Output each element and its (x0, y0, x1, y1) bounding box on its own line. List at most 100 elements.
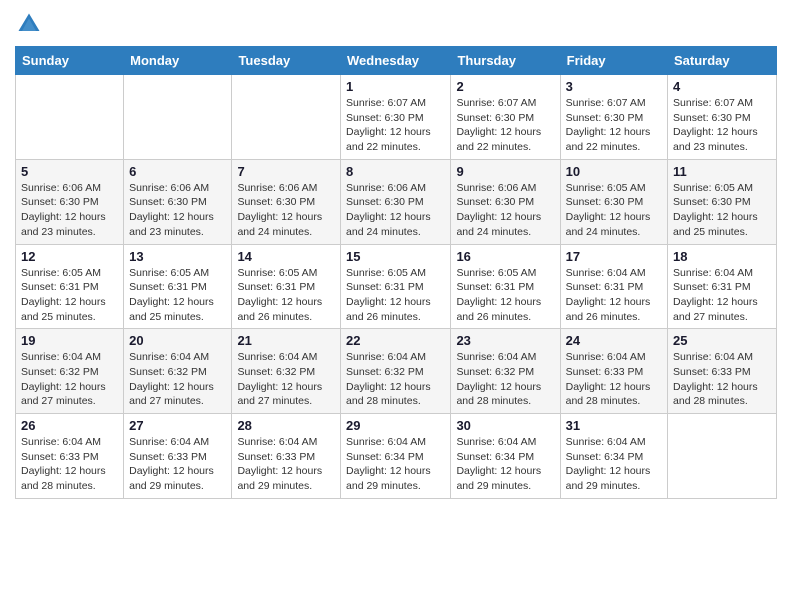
calendar-cell: 22 Sunrise: 6:04 AM Sunset: 6:32 PM Dayli… (341, 329, 451, 414)
calendar-cell: 25 Sunrise: 6:04 AM Sunset: 6:33 PM Dayli… (668, 329, 777, 414)
day-number: 29 (346, 418, 445, 433)
calendar-cell: 20 Sunrise: 6:04 AM Sunset: 6:32 PM Dayli… (124, 329, 232, 414)
day-info: Sunrise: 6:07 AM Sunset: 6:30 PM Dayligh… (566, 96, 662, 155)
calendar-cell: 5 Sunrise: 6:06 AM Sunset: 6:30 PM Daylig… (16, 159, 124, 244)
calendar-cell: 29 Sunrise: 6:04 AM Sunset: 6:34 PM Dayli… (341, 414, 451, 499)
weekday-header-row: SundayMondayTuesdayWednesdayThursdayFrid… (16, 47, 777, 75)
calendar-cell: 11 Sunrise: 6:05 AM Sunset: 6:30 PM Dayli… (668, 159, 777, 244)
day-info: Sunrise: 6:06 AM Sunset: 6:30 PM Dayligh… (21, 181, 118, 240)
day-info: Sunrise: 6:05 AM Sunset: 6:31 PM Dayligh… (21, 266, 118, 325)
day-info: Sunrise: 6:04 AM Sunset: 6:32 PM Dayligh… (21, 350, 118, 409)
day-info: Sunrise: 6:04 AM Sunset: 6:33 PM Dayligh… (129, 435, 226, 494)
calendar-cell: 23 Sunrise: 6:04 AM Sunset: 6:32 PM Dayli… (451, 329, 560, 414)
day-number: 10 (566, 164, 662, 179)
day-number: 18 (673, 249, 771, 264)
day-number: 5 (21, 164, 118, 179)
calendar-cell: 2Sunrise: 6:07 AM Sunset: 6:30 PM Daylig… (451, 75, 560, 160)
day-info: Sunrise: 6:06 AM Sunset: 6:30 PM Dayligh… (346, 181, 445, 240)
day-info: Sunrise: 6:05 AM Sunset: 6:30 PM Dayligh… (566, 181, 662, 240)
day-info: Sunrise: 6:05 AM Sunset: 6:31 PM Dayligh… (456, 266, 554, 325)
calendar-cell: 18 Sunrise: 6:04 AM Sunset: 6:31 PM Dayli… (668, 244, 777, 329)
calendar-cell (124, 75, 232, 160)
calendar-cell: 30 Sunrise: 6:04 AM Sunset: 6:34 PM Dayli… (451, 414, 560, 499)
calendar-cell (232, 75, 341, 160)
calendar-cell: 14 Sunrise: 6:05 AM Sunset: 6:31 PM Dayli… (232, 244, 341, 329)
day-number: 17 (566, 249, 662, 264)
calendar-cell: 15Sunrise: 6:05 AM Sunset: 6:31 PM Dayli… (341, 244, 451, 329)
day-info: Sunrise: 6:04 AM Sunset: 6:34 PM Dayligh… (566, 435, 662, 494)
day-info: Sunrise: 6:04 AM Sunset: 6:33 PM Dayligh… (673, 350, 771, 409)
calendar-cell: 9 Sunrise: 6:06 AM Sunset: 6:30 PM Daylig… (451, 159, 560, 244)
weekday-header-saturday: Saturday (668, 47, 777, 75)
day-info: Sunrise: 6:07 AM Sunset: 6:30 PM Dayligh… (456, 96, 554, 155)
calendar-cell: 6Sunrise: 6:06 AM Sunset: 6:30 PM Daylig… (124, 159, 232, 244)
day-number: 23 (456, 333, 554, 348)
weekday-header-wednesday: Wednesday (341, 47, 451, 75)
day-info: Sunrise: 6:04 AM Sunset: 6:31 PM Dayligh… (673, 266, 771, 325)
weekday-header-sunday: Sunday (16, 47, 124, 75)
day-info: Sunrise: 6:04 AM Sunset: 6:33 PM Dayligh… (237, 435, 335, 494)
day-number: 8 (346, 164, 445, 179)
calendar-cell: 13Sunrise: 6:05 AM Sunset: 6:31 PM Dayli… (124, 244, 232, 329)
calendar-cell: 3 Sunrise: 6:07 AM Sunset: 6:30 PM Daylig… (560, 75, 667, 160)
calendar-cell: 19 Sunrise: 6:04 AM Sunset: 6:32 PM Dayli… (16, 329, 124, 414)
calendar-table: SundayMondayTuesdayWednesdayThursdayFrid… (15, 46, 777, 499)
day-info: Sunrise: 6:04 AM Sunset: 6:32 PM Dayligh… (237, 350, 335, 409)
day-number: 15 (346, 249, 445, 264)
day-number: 24 (566, 333, 662, 348)
day-number: 20 (129, 333, 226, 348)
weekday-header-monday: Monday (124, 47, 232, 75)
day-number: 26 (21, 418, 118, 433)
day-info: Sunrise: 6:05 AM Sunset: 6:30 PM Dayligh… (673, 181, 771, 240)
calendar-cell: 12 Sunrise: 6:05 AM Sunset: 6:31 PM Dayli… (16, 244, 124, 329)
calendar-cell: 17 Sunrise: 6:04 AM Sunset: 6:31 PM Dayli… (560, 244, 667, 329)
logo-icon (15, 10, 43, 38)
calendar-cell: 4Sunrise: 6:07 AM Sunset: 6:30 PM Daylig… (668, 75, 777, 160)
day-number: 27 (129, 418, 226, 433)
day-number: 22 (346, 333, 445, 348)
week-row-3: 12 Sunrise: 6:05 AM Sunset: 6:31 PM Dayli… (16, 244, 777, 329)
day-info: Sunrise: 6:04 AM Sunset: 6:34 PM Dayligh… (456, 435, 554, 494)
day-number: 11 (673, 164, 771, 179)
calendar-cell: 31 Sunrise: 6:04 AM Sunset: 6:34 PM Dayli… (560, 414, 667, 499)
calendar-cell: 21Sunrise: 6:04 AM Sunset: 6:32 PM Dayli… (232, 329, 341, 414)
day-number: 30 (456, 418, 554, 433)
day-info: Sunrise: 6:04 AM Sunset: 6:32 PM Dayligh… (346, 350, 445, 409)
week-row-4: 19 Sunrise: 6:04 AM Sunset: 6:32 PM Dayli… (16, 329, 777, 414)
day-info: Sunrise: 6:06 AM Sunset: 6:30 PM Dayligh… (237, 181, 335, 240)
day-number: 12 (21, 249, 118, 264)
day-info: Sunrise: 6:04 AM Sunset: 6:32 PM Dayligh… (129, 350, 226, 409)
calendar-cell (668, 414, 777, 499)
calendar-cell: 24 Sunrise: 6:04 AM Sunset: 6:33 PM Dayli… (560, 329, 667, 414)
day-info: Sunrise: 6:06 AM Sunset: 6:30 PM Dayligh… (129, 181, 226, 240)
calendar-cell: 28 Sunrise: 6:04 AM Sunset: 6:33 PM Dayli… (232, 414, 341, 499)
day-info: Sunrise: 6:04 AM Sunset: 6:33 PM Dayligh… (566, 350, 662, 409)
weekday-header-thursday: Thursday (451, 47, 560, 75)
header (15, 10, 777, 38)
day-number: 28 (237, 418, 335, 433)
day-info: Sunrise: 6:07 AM Sunset: 6:30 PM Dayligh… (346, 96, 445, 155)
day-number: 1 (346, 79, 445, 94)
calendar-cell: 16Sunrise: 6:05 AM Sunset: 6:31 PM Dayli… (451, 244, 560, 329)
logo (15, 10, 47, 38)
weekday-header-friday: Friday (560, 47, 667, 75)
day-number: 3 (566, 79, 662, 94)
day-info: Sunrise: 6:04 AM Sunset: 6:31 PM Dayligh… (566, 266, 662, 325)
weekday-header-tuesday: Tuesday (232, 47, 341, 75)
day-number: 31 (566, 418, 662, 433)
day-info: Sunrise: 6:07 AM Sunset: 6:30 PM Dayligh… (673, 96, 771, 155)
day-number: 19 (21, 333, 118, 348)
week-row-1: 1 Sunrise: 6:07 AM Sunset: 6:30 PM Daylig… (16, 75, 777, 160)
day-number: 14 (237, 249, 335, 264)
week-row-2: 5 Sunrise: 6:06 AM Sunset: 6:30 PM Daylig… (16, 159, 777, 244)
day-number: 7 (237, 164, 335, 179)
day-info: Sunrise: 6:05 AM Sunset: 6:31 PM Dayligh… (237, 266, 335, 325)
day-info: Sunrise: 6:04 AM Sunset: 6:32 PM Dayligh… (456, 350, 554, 409)
day-number: 25 (673, 333, 771, 348)
calendar-cell (16, 75, 124, 160)
day-info: Sunrise: 6:05 AM Sunset: 6:31 PM Dayligh… (129, 266, 226, 325)
day-info: Sunrise: 6:04 AM Sunset: 6:34 PM Dayligh… (346, 435, 445, 494)
day-info: Sunrise: 6:06 AM Sunset: 6:30 PM Dayligh… (456, 181, 554, 240)
calendar-cell: 26Sunrise: 6:04 AM Sunset: 6:33 PM Dayli… (16, 414, 124, 499)
day-number: 9 (456, 164, 554, 179)
